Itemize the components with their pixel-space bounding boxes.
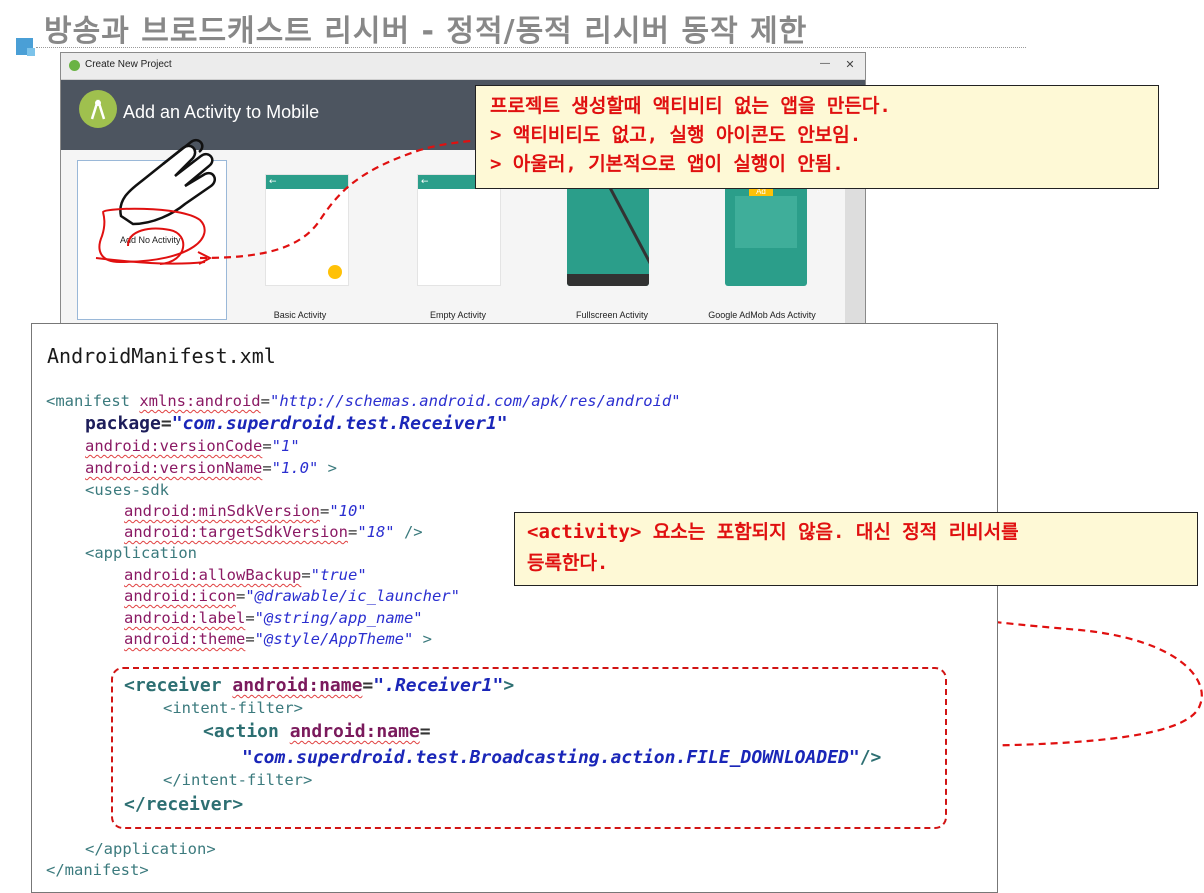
compass-icon	[90, 99, 106, 120]
code-token: />	[394, 523, 423, 541]
code-token: package	[85, 413, 161, 434]
receiver-highlight-box	[111, 667, 947, 829]
code-token: <uses-sdk	[85, 481, 169, 499]
template-basic-activity[interactable]: ← Basic Activity	[225, 160, 375, 320]
code-token: "com.superdroid.test.Receiver1"	[171, 413, 508, 434]
code-token: "1.0"	[271, 459, 319, 477]
phone-preview: ←	[417, 174, 501, 286]
code-line: <application	[85, 544, 197, 562]
code-token: android:versionCode	[85, 437, 263, 455]
code-token: "http://schemas.android.com/apk/res/andr…	[270, 392, 681, 410]
android-studio-logo-icon	[79, 90, 117, 128]
back-arrow-icon: ←	[269, 177, 277, 187]
code-token: =	[235, 587, 246, 605]
slide-title: 방송과 브로드캐스트 리시버 - 정적/동적 리시버 동작 제한	[44, 14, 808, 49]
code-token: android:icon	[124, 587, 236, 605]
code-token: android:label	[124, 609, 246, 627]
code-line: </application>	[85, 840, 216, 858]
code-token: "@drawable/ic_launcher"	[245, 587, 460, 605]
app-bar: ←	[266, 175, 348, 189]
callout-line: > 액티비티도 없고, 실행 아이콘도 안보임.	[490, 124, 862, 146]
pointing-hand-icon	[119, 138, 216, 226]
code-token: =	[160, 413, 172, 434]
code-token: "@string/app_name"	[254, 609, 423, 627]
template-label: Empty Activity	[429, 310, 486, 320]
code-heading: AndroidManifest.xml	[47, 344, 276, 368]
code-token: "@style/AppTheme"	[254, 630, 414, 648]
code-token: android:minSdkVersion	[124, 502, 320, 520]
code-token: "true"	[310, 566, 367, 584]
code-token: =	[262, 459, 272, 477]
code-line: <uses-sdk	[85, 481, 169, 499]
template-label: Basic Activity	[273, 310, 327, 320]
code-token: =	[260, 392, 270, 410]
ad-content-block	[735, 196, 797, 248]
fullscreen-preview	[567, 174, 649, 286]
code-token: android:targetSdkVersion	[124, 523, 348, 541]
code-line: android:versionName="1.0" >	[85, 459, 337, 477]
code-line: android:targetSdkVersion="18" />	[124, 523, 423, 541]
code-token: =	[245, 609, 255, 627]
code-line: android:versionCode="1"	[85, 437, 300, 455]
close-button[interactable]: ✕	[843, 58, 857, 72]
title-bullet-accent	[27, 48, 35, 56]
fab-icon	[328, 265, 342, 279]
code-token: =	[301, 566, 311, 584]
code-line: <manifest xmlns:android="http://schemas.…	[46, 392, 681, 410]
code-line: </manifest>	[46, 861, 149, 879]
wizard-title: Add an Activity to Mobile	[123, 102, 320, 122]
template-label: Fullscreen Activity	[575, 310, 649, 320]
code-token: >	[318, 459, 337, 477]
code-token: </manifest>	[46, 861, 149, 879]
dialog-titlebar: Create New Project — ✕	[61, 53, 865, 80]
callout-no-activity-note: 프로젝트 생성할때 액티비티 없는 앱을 만든다. > 액티비티도 없고, 실행…	[475, 85, 1159, 189]
code-line: android:minSdkVersion="10"	[124, 502, 367, 520]
code-token: "18"	[357, 523, 395, 541]
code-token: =	[347, 523, 358, 541]
title-divider	[36, 47, 1026, 48]
code-token: android:versionName	[85, 459, 263, 477]
code-token: </application>	[85, 840, 216, 858]
callout-line: 등록한다.	[527, 552, 609, 574]
code-token: =	[245, 630, 255, 648]
code-token: android:allowBackup	[124, 566, 302, 584]
android-studio-icon	[69, 60, 80, 71]
admob-preview: Ad	[725, 174, 807, 286]
nav-bar	[567, 274, 649, 286]
code-token: =	[262, 437, 272, 455]
back-arrow-icon: ←	[421, 177, 429, 187]
code-token: "10"	[329, 502, 367, 520]
code-token: "1"	[271, 437, 300, 455]
code-token: =	[319, 502, 330, 520]
code-token: <application	[85, 544, 197, 562]
diagonal-line	[601, 174, 649, 286]
callout-line: 프로젝트 생성할때 액티비티 없는 앱을 만든다.	[490, 95, 891, 117]
callout-line: <activity> 요소는 포함되지 않음. 대신 정적 리비서를	[527, 521, 1019, 543]
code-token: <manifest	[46, 392, 140, 410]
template-label: Add No Activity	[120, 235, 181, 245]
code-line: android:allowBackup="true"	[124, 566, 367, 584]
callout-line: > 아울러, 기본적으로 앱이 실행이 안됨.	[490, 153, 844, 175]
code-token: >	[413, 630, 432, 648]
dialog-window-title: Create New Project	[85, 59, 172, 70]
template-label: Google AdMob Ads Activity	[708, 310, 816, 320]
code-line: android:theme="@style/AppTheme" >	[124, 630, 432, 648]
code-token: android:theme	[124, 630, 246, 648]
code-line: android:icon="@drawable/ic_launcher"	[124, 587, 460, 605]
minimize-button[interactable]: —	[819, 58, 831, 70]
phone-preview: ←	[265, 174, 349, 286]
code-line: package="com.superdroid.test.Receiver1"	[85, 413, 508, 434]
code-token: xmlns:android	[139, 392, 261, 410]
code-line: android:label="@string/app_name"	[124, 609, 423, 627]
callout-static-receiver-note: <activity> 요소는 포함되지 않음. 대신 정적 리비서를 등록한다.	[514, 512, 1198, 586]
